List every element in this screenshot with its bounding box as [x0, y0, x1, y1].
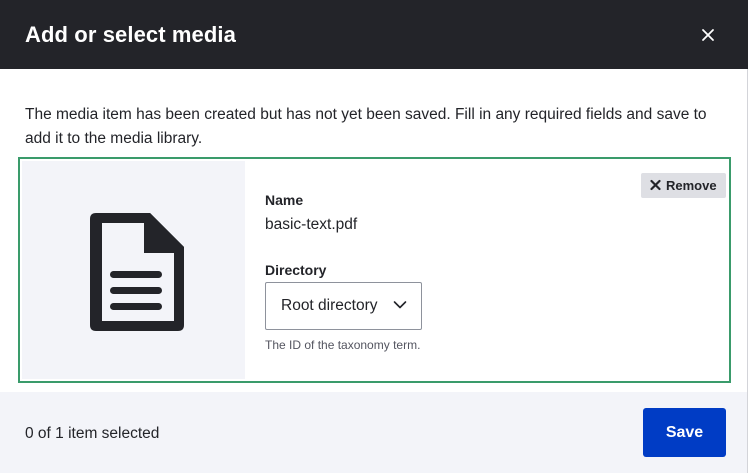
dialog-footer: 0 of 1 item selected Save: [0, 392, 747, 473]
dialog-title: Add or select media: [25, 22, 236, 47]
media-item-card: Remove Name basic-text.pdf Directory Roo…: [18, 157, 731, 383]
name-value: basic-text.pdf: [265, 216, 358, 233]
name-label: Name: [265, 192, 304, 208]
directory-label: Directory: [265, 262, 327, 278]
status-message: The media item has been created but has …: [25, 106, 707, 147]
remove-label: Remove: [666, 178, 717, 193]
document-icon: [90, 213, 184, 331]
close-icon: [650, 179, 661, 191]
directory-select[interactable]: Root directory: [265, 282, 422, 330]
media-dialog: Add or select media The media item has b…: [0, 0, 748, 473]
selection-count: 0 of 1 item selected: [25, 425, 160, 442]
close-icon[interactable]: [699, 26, 717, 44]
dialog-titlebar: Add or select media: [0, 0, 748, 69]
directory-selected-value: Root directory: [281, 297, 378, 314]
chevron-down-icon: [393, 301, 407, 309]
remove-button[interactable]: Remove: [641, 173, 726, 198]
directory-description: The ID of the taxonomy term.: [265, 338, 421, 352]
save-button[interactable]: Save: [643, 408, 726, 457]
media-preview: [22, 161, 245, 379]
